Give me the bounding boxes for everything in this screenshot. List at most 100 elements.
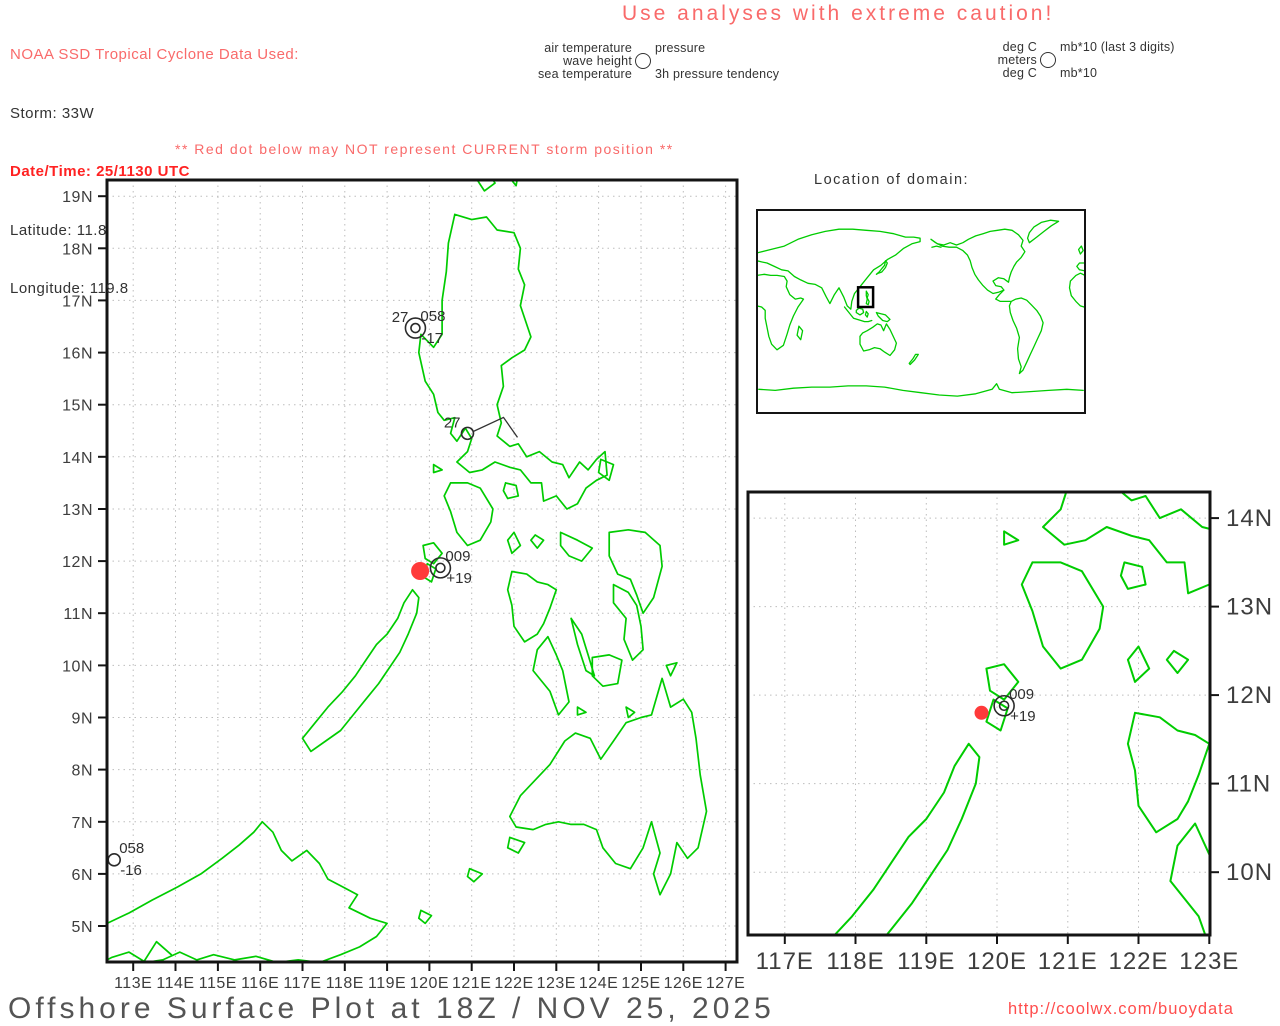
coastline (561, 532, 593, 561)
station-plot: 009+19 (430, 548, 471, 587)
coastline (468, 869, 483, 882)
coastline (860, 324, 896, 356)
coastline (666, 663, 677, 676)
coastline (1028, 220, 1059, 243)
storm-info-block: NOAA SSD Tropical Cyclone Data Used: Sto… (10, 6, 299, 318)
station-plot: 27 058 -17 (392, 308, 446, 347)
map-inner (757, 220, 1085, 396)
coastline (865, 312, 868, 318)
location-of-domain-label: Location of domain: (814, 172, 969, 188)
y-axis-label: 9N (72, 711, 93, 728)
coastline (531, 535, 544, 548)
legend-unit-tendency: mb*10 (1060, 66, 1097, 80)
coastline (931, 229, 1025, 293)
y-axis-label: 10N (1226, 859, 1273, 886)
map-frame (757, 210, 1085, 413)
domain-box (858, 287, 873, 307)
coastline (759, 384, 1083, 396)
x-axis-label: 118E (326, 975, 364, 992)
coastline (785, 744, 980, 1018)
x-axis-label: 117E (283, 975, 321, 992)
legend-unit-air: deg C (940, 40, 1037, 54)
coastline (1079, 246, 1084, 254)
plot-title: Offshore Surface Plot at 18Z / NOV 25, 2… (8, 992, 775, 1026)
x-axis-label: 123E (537, 975, 576, 992)
station-air-temp: 27 (444, 414, 461, 431)
coastline (303, 590, 419, 752)
y-axis-label: 13N (1226, 594, 1273, 621)
y-axis-label: 10N (62, 658, 93, 675)
coastline (614, 585, 644, 661)
x-axis-label: 126E (664, 975, 703, 992)
x-axis-label: 122E (494, 975, 533, 992)
y-axis-label: 14N (1226, 505, 1273, 532)
coastline (508, 532, 521, 553)
coastline (1128, 713, 1209, 833)
x-axis-label: 116E (241, 975, 279, 992)
station-pressure: 009 (1009, 686, 1034, 703)
legend-air-temperature: air temperature (500, 41, 632, 55)
station-tendency: +19 (1010, 708, 1035, 725)
legend-pressure-tendency: 3h pressure tendency (655, 67, 779, 81)
x-axis-label: 121E (452, 975, 491, 992)
station-inner-circle (436, 563, 445, 572)
legend-wave-height: wave height (500, 54, 632, 68)
y-axis-label: 5N (72, 919, 93, 936)
x-axis-label: 127E (706, 975, 745, 992)
coastline (1077, 263, 1085, 271)
coastline (1121, 562, 1146, 589)
station-tendency: -16 (120, 862, 142, 879)
coastline (1070, 273, 1086, 307)
coastline (444, 483, 493, 546)
storm-datetime: Date/Time: 25/1130 UTC (10, 162, 299, 182)
coastline (909, 354, 918, 364)
storm-position-dot (411, 562, 429, 580)
storm-id: Storm: 33W (10, 104, 299, 124)
x-axis-label: 118E (826, 948, 884, 975)
coastline (434, 465, 443, 473)
coastline (609, 530, 662, 613)
legend-unit-pressure: mb*10 (last 3 digits) (1060, 40, 1175, 54)
station-circle-units-icon (1040, 52, 1056, 68)
station-plot: 058-16 (108, 840, 144, 879)
x-axis-label: 113E (114, 975, 152, 992)
coastline (1004, 531, 1018, 544)
coastline (419, 214, 607, 509)
coastline (592, 655, 622, 686)
x-axis-label: 119E (368, 975, 406, 992)
x-axis-label: 120E (410, 975, 449, 992)
coastline (876, 313, 890, 322)
x-axis-label: 120E (967, 948, 1027, 975)
station-air-temp: 27 (392, 309, 409, 326)
legend-unit-sea: deg C (940, 66, 1037, 80)
site-url-link[interactable]: http://coolwx.com/buoydata (1008, 1000, 1234, 1019)
storm-longitude: Longitude: 119.8 (10, 279, 299, 299)
caution-banner: Use analyses with extreme caution! (622, 2, 1054, 26)
wind-barb (474, 417, 518, 437)
red-dot-warning: ** Red dot below may NOT represent CURRE… (175, 141, 674, 157)
x-axis-label: 114E (156, 975, 194, 992)
station-pressure: 009 (445, 548, 470, 565)
x-axis-label: 125E (621, 975, 660, 992)
coastline (757, 229, 920, 309)
storm-info-title: NOAA SSD Tropical Cyclone Data Used: (10, 45, 299, 65)
station-circle-icon (635, 53, 651, 69)
y-axis-label: 13N (62, 502, 93, 519)
coastline (107, 822, 387, 963)
station-plot: 009+19 (994, 686, 1035, 725)
legend-sea-temperature: sea temperature (500, 67, 632, 81)
x-axis-label: 117E (756, 948, 814, 975)
station-tendency: -17 (421, 330, 443, 347)
coastline (856, 308, 863, 315)
coastline (533, 637, 569, 715)
y-axis-label: 15N (62, 398, 93, 415)
station-tendency: +19 (446, 570, 471, 587)
coastline (866, 291, 869, 305)
y-axis-label: 11N (63, 606, 93, 623)
y-axis-label: 11N (1226, 771, 1271, 798)
y-axis-label: 7N (72, 815, 93, 832)
station-pressure: 058 (420, 308, 445, 325)
y-axis-label: 14N (62, 450, 93, 467)
x-axis-label: 115E (199, 975, 237, 992)
coastline (932, 246, 941, 247)
